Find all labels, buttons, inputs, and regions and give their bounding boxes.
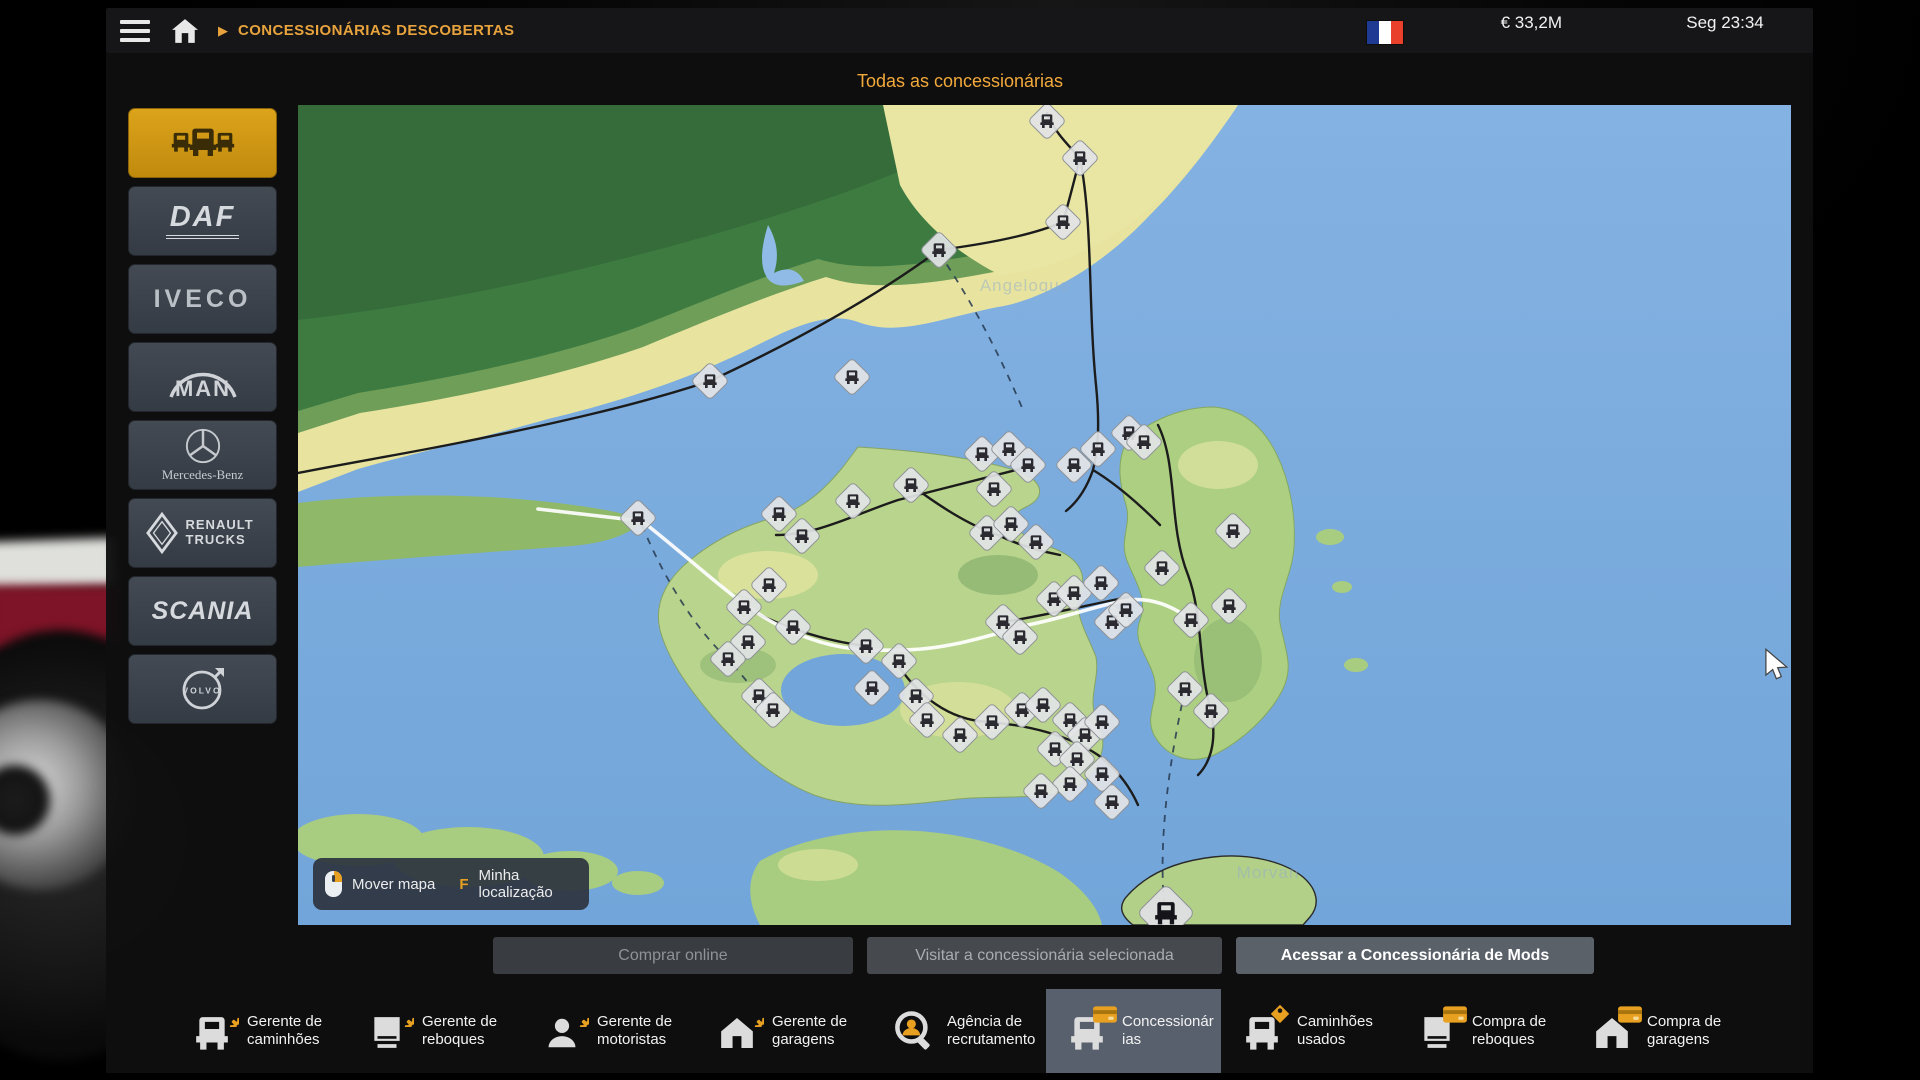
toolbar-used-trucks[interactable]: Caminhões usados	[1221, 989, 1396, 1073]
svg-text:MAN: MAN	[174, 376, 230, 400]
toolbar-truck-manager[interactable]: Gerente de caminhões	[171, 989, 346, 1073]
dealer-marker[interactable]	[832, 357, 872, 397]
hamburger-menu-icon[interactable]	[120, 20, 150, 42]
renault-logo-text: RENAULT TRUCKS	[186, 518, 260, 548]
map-region-label: Morvan	[1237, 863, 1300, 883]
mouse-drag-icon	[325, 871, 342, 897]
map-region-label: Angeloque	[980, 276, 1070, 296]
trailer-gear-icon	[368, 1010, 410, 1052]
all-trucks-icon	[170, 123, 236, 163]
person-gear-icon	[543, 1010, 585, 1052]
mouse-cursor	[1763, 648, 1791, 680]
home-icon	[172, 19, 198, 43]
dealer-marker[interactable]	[919, 230, 959, 270]
dealer-marker[interactable]	[974, 469, 1014, 509]
breadcrumb: CONCESSIONÁRIAS DESCOBERTAS	[238, 22, 514, 39]
dealer-marker[interactable]	[773, 607, 813, 647]
garage-gear-icon	[718, 1010, 760, 1052]
truck-tag-icon	[1243, 1010, 1285, 1052]
toolbar-driver-manager[interactable]: Gerente de motoristas	[521, 989, 696, 1073]
dealer-marker[interactable]	[1021, 771, 1061, 811]
dealer-marker[interactable]	[1191, 691, 1231, 731]
home-button[interactable]	[168, 16, 202, 46]
brand-filter-daf[interactable]: DAF	[128, 186, 277, 256]
toolbar-garage-manager[interactable]: Gerente de garagens	[696, 989, 871, 1073]
dealer-marker[interactable]	[1171, 600, 1211, 640]
brand-filter-iveco[interactable]: IVECO	[128, 264, 277, 334]
dealer-marker[interactable]	[891, 465, 931, 505]
move-map-hint: Mover mapa	[352, 876, 435, 893]
dealer-marker[interactable]	[833, 481, 873, 521]
scania-logo: SCANIA	[152, 597, 254, 626]
brand-filter-volvo[interactable]: VOLVO	[128, 654, 277, 724]
toolbar-trailer-purchase[interactable]: Compra de reboques	[1396, 989, 1571, 1073]
toolbar-garage-purchase[interactable]: Compra de garagens	[1571, 989, 1746, 1073]
map-action-buttons: Comprar online Visitar a concessionária …	[493, 937, 1594, 974]
breadcrumb-arrow-icon: ▶	[218, 23, 228, 39]
my-location-hint: Minha localização	[479, 867, 571, 902]
toolbar-trailer-manager[interactable]: Gerente de reboques	[346, 989, 521, 1073]
brand-filter-sidebar: DAF IVECO MAN Mercedes-Benz RENAULT TRUC…	[128, 108, 277, 732]
dealer-marker[interactable]	[1209, 586, 1249, 626]
page-title: Todas as concessionárias	[0, 71, 1920, 92]
france-flag-icon	[1367, 21, 1403, 44]
buy-online-button[interactable]: Comprar online	[493, 937, 853, 974]
toolbar-dealerships[interactable]: Concessionárias	[1046, 989, 1221, 1073]
recruitment-magnifier-icon	[893, 1010, 935, 1052]
man-logo: MAN	[161, 354, 245, 400]
dealer-marker[interactable]	[1027, 105, 1067, 141]
dealer-marker[interactable]	[690, 361, 730, 401]
brand-filter-scania[interactable]: SCANIA	[128, 576, 277, 646]
trailer-card-icon	[1418, 1010, 1460, 1052]
garage-card-icon	[1593, 1010, 1635, 1052]
dealer-marker[interactable]	[852, 668, 892, 708]
truck-gear-icon	[193, 1010, 235, 1052]
brand-filter-renault-trucks[interactable]: RENAULT TRUCKS	[128, 498, 277, 568]
dealer-map[interactable]: Angeloque Morvan Mover mapa F Minha local…	[298, 105, 1791, 925]
dealer-marker[interactable]	[1142, 548, 1182, 588]
svg-text:VOLVO: VOLVO	[182, 686, 221, 696]
management-toolbar: Gerente de caminhões Gerente de reboques…	[171, 989, 1746, 1073]
mercedes-star-icon	[184, 427, 222, 465]
map-markers: Angeloque Morvan	[298, 105, 1791, 925]
volvo-logo: VOLVO	[177, 663, 229, 715]
player-money: € 33,2M	[1430, 0, 1562, 45]
dealer-marker[interactable]	[1060, 138, 1100, 178]
dealer-marker[interactable]	[618, 498, 658, 538]
mercedes-logo-text: Mercedes-Benz	[162, 467, 244, 483]
truck-card-icon	[1068, 1010, 1110, 1052]
map-controls-hint: Mover mapa F Minha localização	[313, 858, 589, 910]
iveco-logo: IVECO	[154, 285, 252, 314]
brand-filter-all-trucks[interactable]	[128, 108, 277, 178]
daf-logo: DAF	[166, 203, 240, 239]
dealer-marker[interactable]	[1043, 202, 1083, 242]
visit-selected-dealer-button[interactable]: Visitar a concessionária selecionada	[867, 937, 1222, 974]
brand-filter-mercedes[interactable]: Mercedes-Benz	[128, 420, 277, 490]
game-time: Seg 23:34	[1650, 0, 1800, 45]
selected-dealer-marker[interactable]	[1136, 883, 1195, 925]
renault-diamond-icon	[146, 512, 178, 554]
f-key-icon: F	[459, 876, 468, 893]
brand-filter-man[interactable]: MAN	[128, 342, 277, 412]
dealer-marker[interactable]	[879, 641, 919, 681]
dealer-marker[interactable]	[1213, 511, 1253, 551]
toolbar-recruitment-agency[interactable]: Agência de recrutamento	[871, 989, 1046, 1073]
access-mods-dealer-button[interactable]: Acessar a Concessionária de Mods	[1236, 937, 1594, 974]
